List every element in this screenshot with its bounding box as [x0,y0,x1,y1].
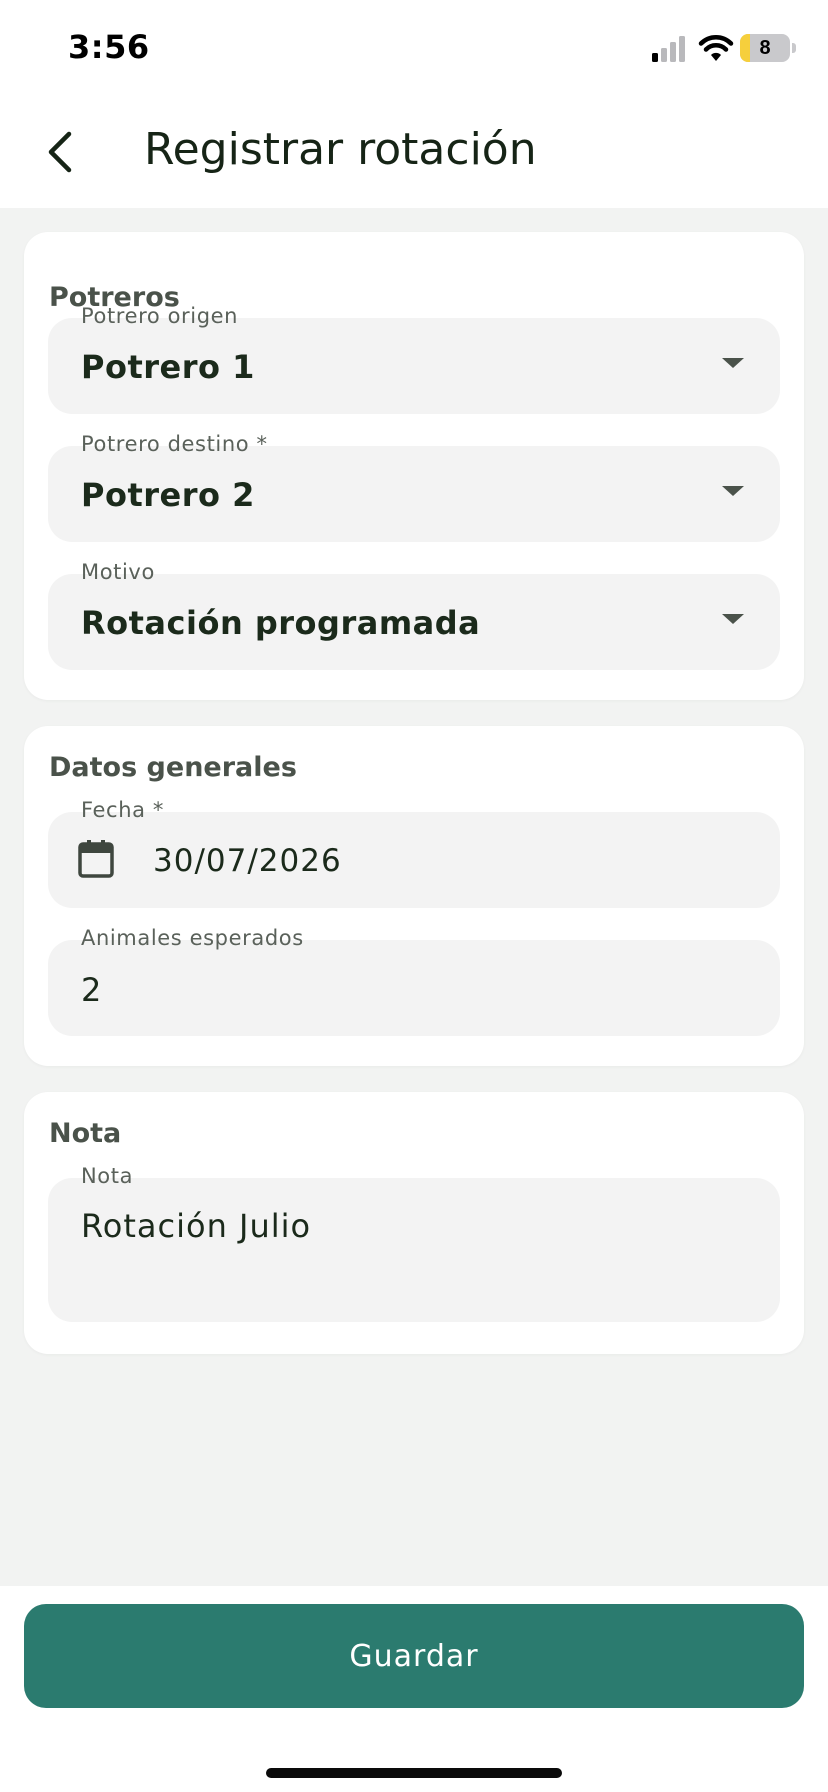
battery-indicator: 8 [740,34,796,62]
motivo-label: Motivo [81,560,155,584]
animales-esperados-label: Animales esperados [81,926,304,950]
wifi-icon [698,35,734,61]
back-button[interactable] [28,120,92,184]
status-time: 3:56 [68,28,150,66]
fecha-label: Fecha * [81,798,164,822]
calendar-icon [78,840,114,878]
potrero-origen-value: Potrero 1 [81,348,255,386]
fecha-field[interactable]: Fecha * 30/07/2026 [48,798,780,908]
page-title: Registrar rotación [144,124,537,175]
cellular-signal-icon [652,36,685,62]
motivo-select[interactable]: Motivo Rotación programada [48,560,780,670]
bottom-bar: Guardar [0,1586,828,1792]
datos-generales-card: Datos generales Fecha * 30/07/2026 Anima… [24,726,804,1066]
section-title-datos-generales: Datos generales [49,752,297,783]
nota-textarea[interactable]: Nota Rotación Julio [48,1164,780,1322]
animales-esperados-value: 2 [81,971,103,1009]
nota-card: Nota Nota Rotación Julio [24,1092,804,1354]
caret-down-icon [722,358,744,368]
potrero-destino-select[interactable]: Potrero destino * Potrero 2 [48,432,780,542]
fecha-value: 30/07/2026 [153,843,342,879]
section-title-nota: Nota [49,1118,122,1149]
potrero-destino-value: Potrero 2 [81,476,255,514]
status-bar: 3:56 8 [0,0,828,96]
potrero-destino-label: Potrero destino * [81,432,268,456]
motivo-value: Rotación programada [81,604,481,642]
nota-value: Rotación Julio [81,1207,312,1245]
battery-tip [792,43,796,53]
form-content[interactable]: Potreros Potrero origen Potrero 1 Potrer… [0,208,828,1586]
nota-label: Nota [81,1164,134,1188]
battery-body: 8 [740,34,790,62]
potreros-card: Potreros Potrero origen Potrero 1 Potrer… [24,232,804,700]
save-button[interactable]: Guardar [24,1604,804,1708]
chevron-left-icon [48,131,72,173]
caret-down-icon [722,614,744,624]
home-indicator [266,1768,562,1778]
animales-esperados-input[interactable]: Animales esperados 2 [48,926,780,1036]
potrero-origen-label: Potrero origen [81,304,239,328]
potrero-origen-select[interactable]: Potrero origen Potrero 1 [48,304,780,414]
app-bar: Registrar rotación [0,96,828,208]
battery-level: 8 [759,37,771,59]
caret-down-icon [722,486,744,496]
